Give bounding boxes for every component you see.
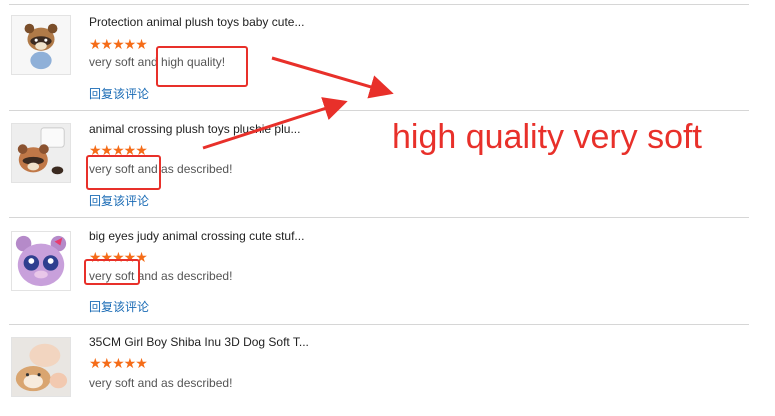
shiba-inu-plush-thumbnail[interactable] bbox=[11, 337, 71, 397]
review-product-title[interactable]: animal crossing plush toys plushie plu..… bbox=[89, 122, 300, 136]
arrow-to-label-1 bbox=[271, 56, 394, 99]
raccoon-face-plush-thumbnail[interactable] bbox=[11, 123, 71, 183]
divider bbox=[9, 217, 749, 218]
reply-link[interactable]: 回复该评论 bbox=[89, 192, 149, 209]
reply-link[interactable]: 回复该评论 bbox=[89, 85, 149, 102]
highlight-box-very-soft-2 bbox=[86, 155, 161, 190]
review-product-title[interactable]: Protection animal plush toys baby cute..… bbox=[89, 15, 304, 29]
divider bbox=[9, 110, 749, 111]
annotation-label: high quality very soft bbox=[392, 118, 702, 156]
highlight-box-very-soft-3 bbox=[84, 259, 140, 285]
review-product-title[interactable]: big eyes judy animal crossing cute stuf.… bbox=[89, 229, 304, 243]
reply-link[interactable]: 回复该评论 bbox=[89, 298, 149, 315]
review-product-title[interactable]: 35CM Girl Boy Shiba Inu 3D Dog Soft T... bbox=[89, 335, 309, 349]
review-comment: very soft and as described! bbox=[89, 376, 233, 390]
highlight-box-high-quality bbox=[156, 46, 248, 87]
rating-stars: ★★★★★ bbox=[89, 355, 148, 371]
raccoon-plush-thumbnail[interactable] bbox=[11, 15, 71, 75]
divider bbox=[9, 324, 749, 325]
purple-bear-plush-thumbnail[interactable] bbox=[11, 231, 71, 291]
divider bbox=[9, 4, 749, 5]
rating-stars: ★★★★★ bbox=[89, 36, 148, 52]
